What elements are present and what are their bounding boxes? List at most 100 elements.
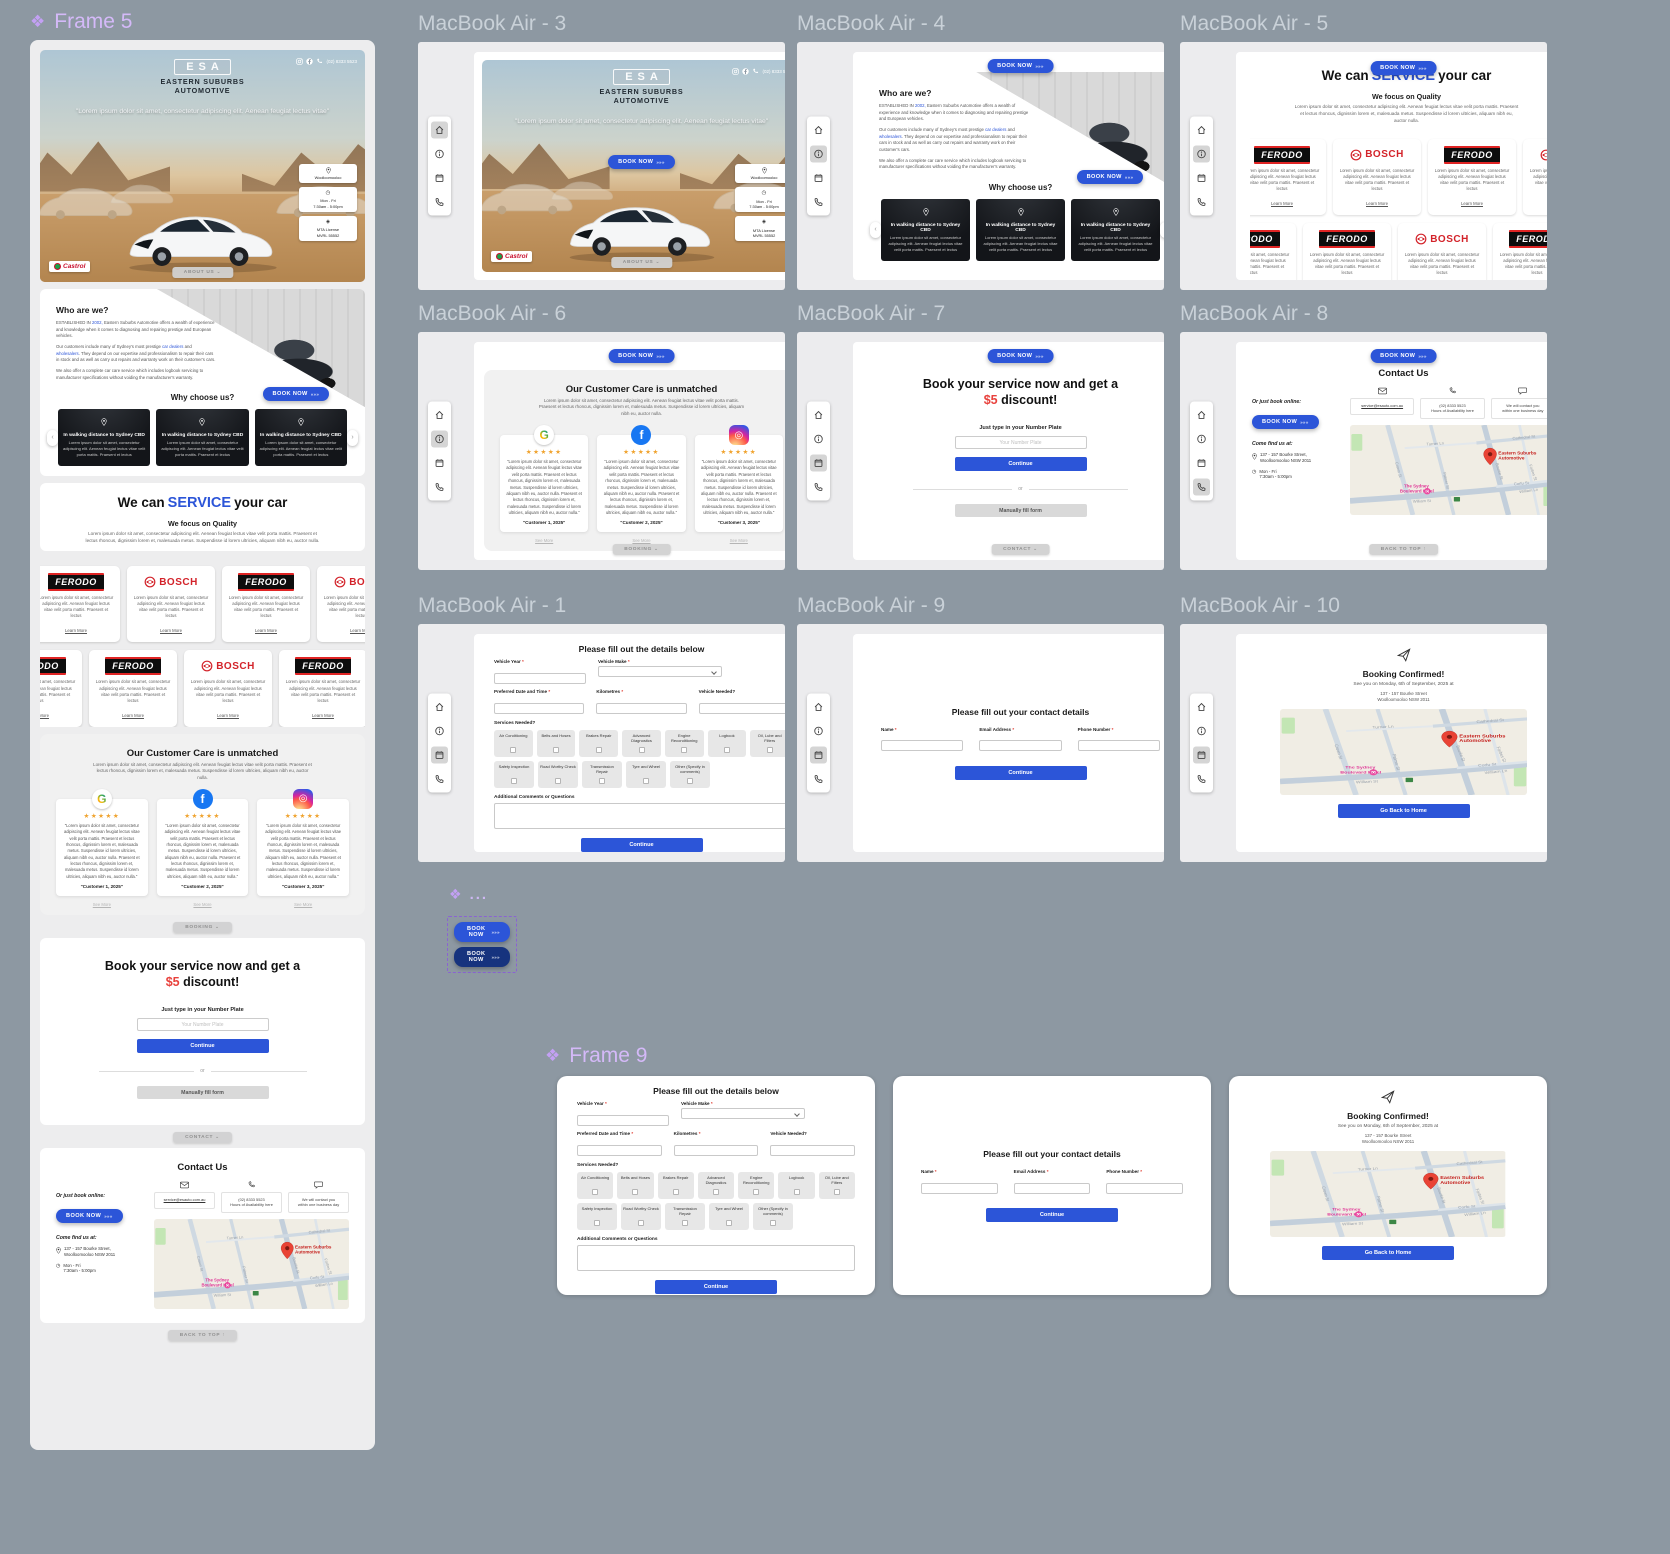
car-dealers-link[interactable]: car dealers	[162, 344, 183, 349]
checkbox[interactable]	[770, 1220, 776, 1226]
checkbox[interactable]	[834, 1189, 840, 1195]
service-checkbox-chip[interactable]: Oil, Lube and Filters	[819, 1172, 855, 1199]
learn-more-link[interactable]: Learn More	[1461, 201, 1483, 206]
rail-home-icon[interactable]	[431, 699, 448, 716]
rail-booking-icon[interactable]	[1193, 170, 1210, 187]
car-dealers-link[interactable]: car dealers	[985, 127, 1006, 132]
manual-fill-button[interactable]: Manually fill form	[137, 1086, 269, 1099]
checkbox[interactable]	[510, 747, 516, 753]
google-map[interactable]: Crown St Cathedral St Bourke St Corfu St…	[154, 1219, 349, 1309]
phone-input[interactable]	[1078, 740, 1160, 751]
email-input[interactable]	[1014, 1183, 1091, 1194]
back-to-top-pill[interactable]: BACK TO TOP ↑	[168, 1330, 238, 1341]
rail-contact-icon[interactable]	[810, 479, 827, 496]
artboard-label-mb9[interactable]: MacBook Air - 9	[797, 594, 945, 618]
checkbox[interactable]	[673, 1189, 679, 1195]
service-checkbox-chip[interactable]: Brakes Repair	[579, 730, 618, 757]
service-checkbox-chip[interactable]: Other (Specify in comments)	[753, 1203, 793, 1230]
checkbox[interactable]	[592, 1189, 598, 1195]
google-map[interactable]: Crown St Cathedral St Bourke St Corfu St…	[1350, 425, 1547, 515]
see-more-link[interactable]: See More	[535, 538, 553, 543]
checkbox[interactable]	[682, 1220, 688, 1226]
contact-anchor-pill[interactable]: CONTACT ⌄	[173, 1132, 232, 1143]
carousel-prev-button[interactable]: ‹	[47, 430, 58, 446]
checkbox[interactable]	[643, 778, 649, 784]
rail-home-icon[interactable]	[810, 699, 827, 716]
checkbox[interactable]	[594, 1220, 600, 1226]
rail-home-icon[interactable]	[1193, 407, 1210, 424]
rail-home-icon[interactable]	[810, 407, 827, 424]
learn-more-link[interactable]: Learn More	[350, 628, 365, 633]
number-plate-input[interactable]	[955, 436, 1087, 449]
book-now-button[interactable]: BOOK NOW»»»	[56, 1209, 123, 1223]
checkbox[interactable]	[596, 747, 602, 753]
service-checkbox-chip[interactable]: Belts and Hoses	[617, 1172, 653, 1199]
vehicle-needed-input[interactable]	[770, 1145, 855, 1156]
continue-button[interactable]: Continue	[955, 457, 1087, 471]
rail-contact-icon[interactable]	[1193, 771, 1210, 788]
carousel-prev-button[interactable]: ‹	[870, 222, 881, 238]
frame9-label[interactable]: ❖Frame 9	[545, 1044, 647, 1068]
rail-about-icon[interactable]	[1193, 146, 1210, 163]
service-checkbox-chip[interactable]: Transmission Repair	[582, 761, 622, 788]
rail-home-icon[interactable]	[810, 122, 827, 139]
see-more-link[interactable]: See More	[632, 538, 650, 543]
instagram-icon[interactable]	[296, 58, 303, 65]
checkbox[interactable]	[638, 1220, 644, 1226]
service-checkbox-chip[interactable]: Transmission Repair	[665, 1203, 705, 1230]
vehicle-year-input[interactable]	[494, 673, 586, 684]
sticky-book-now-button[interactable]: BOOK NOW»»»	[987, 59, 1054, 73]
rail-about-icon[interactable]	[810, 431, 827, 448]
rail-contact-icon[interactable]	[810, 771, 827, 788]
manual-fill-button[interactable]: Manually fill form	[955, 504, 1087, 517]
vehicle-year-input[interactable]	[577, 1115, 669, 1126]
rail-booking-icon[interactable]	[1193, 747, 1210, 764]
facebook-icon[interactable]	[306, 58, 313, 65]
learn-more-link[interactable]: Learn More	[312, 713, 334, 718]
name-input[interactable]	[881, 740, 963, 751]
rail-about-icon[interactable]	[810, 723, 827, 740]
artboard-label-mb5[interactable]: MacBook Air - 5	[1180, 12, 1328, 36]
facebook-icon[interactable]	[742, 68, 749, 75]
sticky-book-now-button[interactable]: BOOK NOW»»»	[987, 349, 1054, 363]
sticky-book-now-button[interactable]: BOOK NOW»»»	[608, 349, 675, 363]
learn-more-link[interactable]: Learn More	[255, 628, 277, 633]
rail-booking-icon[interactable]	[810, 170, 827, 187]
book-now-pressed-variant[interactable]: BOOK NOW»»»	[454, 947, 510, 967]
service-checkbox-chip[interactable]: Advanced Diagnostics	[698, 1172, 734, 1199]
service-checkbox-chip[interactable]: Safety Inspection	[494, 761, 534, 788]
sticky-book-now-button[interactable]: BOOK NOW»»»	[1370, 349, 1437, 363]
continue-button[interactable]: Continue	[986, 1208, 1118, 1222]
carousel-next-button[interactable]: ›	[1160, 222, 1164, 238]
service-checkbox-chip[interactable]: Logbook	[708, 730, 747, 757]
phone-input[interactable]	[1106, 1183, 1183, 1194]
book-now-button[interactable]: BOOK NOW»»»	[1252, 415, 1319, 429]
learn-more-link[interactable]: Learn More	[160, 628, 182, 633]
booking-anchor-pill[interactable]: BOOKING ⌄	[173, 922, 232, 933]
wholesalers-link[interactable]: wholesalers	[56, 351, 79, 356]
google-map[interactable]: Crown St Cathedral St Bourke St Corfu St…	[1280, 709, 1528, 795]
checkbox[interactable]	[753, 1189, 759, 1195]
see-more-link[interactable]: See More	[294, 902, 312, 907]
service-checkbox-chip[interactable]: Tyre and Wheel	[709, 1203, 749, 1230]
kilometres-input[interactable]	[674, 1145, 759, 1156]
rail-about-icon[interactable]	[431, 723, 448, 740]
service-checkbox-chip[interactable]: Oil, Lube and Filters	[750, 730, 785, 757]
rail-about-icon[interactable]	[431, 146, 448, 163]
rail-contact-icon[interactable]	[431, 194, 448, 211]
book-now-button[interactable]: BOOK NOW»»»	[1077, 170, 1144, 184]
kilometres-input[interactable]	[596, 703, 686, 714]
see-more-link[interactable]: See More	[193, 902, 211, 907]
rail-home-icon[interactable]	[1193, 122, 1210, 139]
artboard-label-mb6[interactable]: MacBook Air - 6	[418, 302, 566, 326]
rail-home-icon[interactable]	[1193, 699, 1210, 716]
checkbox[interactable]	[511, 778, 517, 784]
rail-booking-icon[interactable]	[431, 455, 448, 472]
service-checkbox-chip[interactable]: Engine Reconditioning	[665, 730, 704, 757]
checkbox[interactable]	[555, 778, 561, 784]
continue-button[interactable]: Continue	[581, 838, 703, 852]
checkbox[interactable]	[713, 1189, 719, 1195]
continue-button[interactable]: Continue	[137, 1039, 269, 1053]
component-set-label[interactable]: ❖ ...	[449, 886, 488, 903]
go-back-home-button[interactable]: Go Back to Home	[1322, 1246, 1454, 1260]
